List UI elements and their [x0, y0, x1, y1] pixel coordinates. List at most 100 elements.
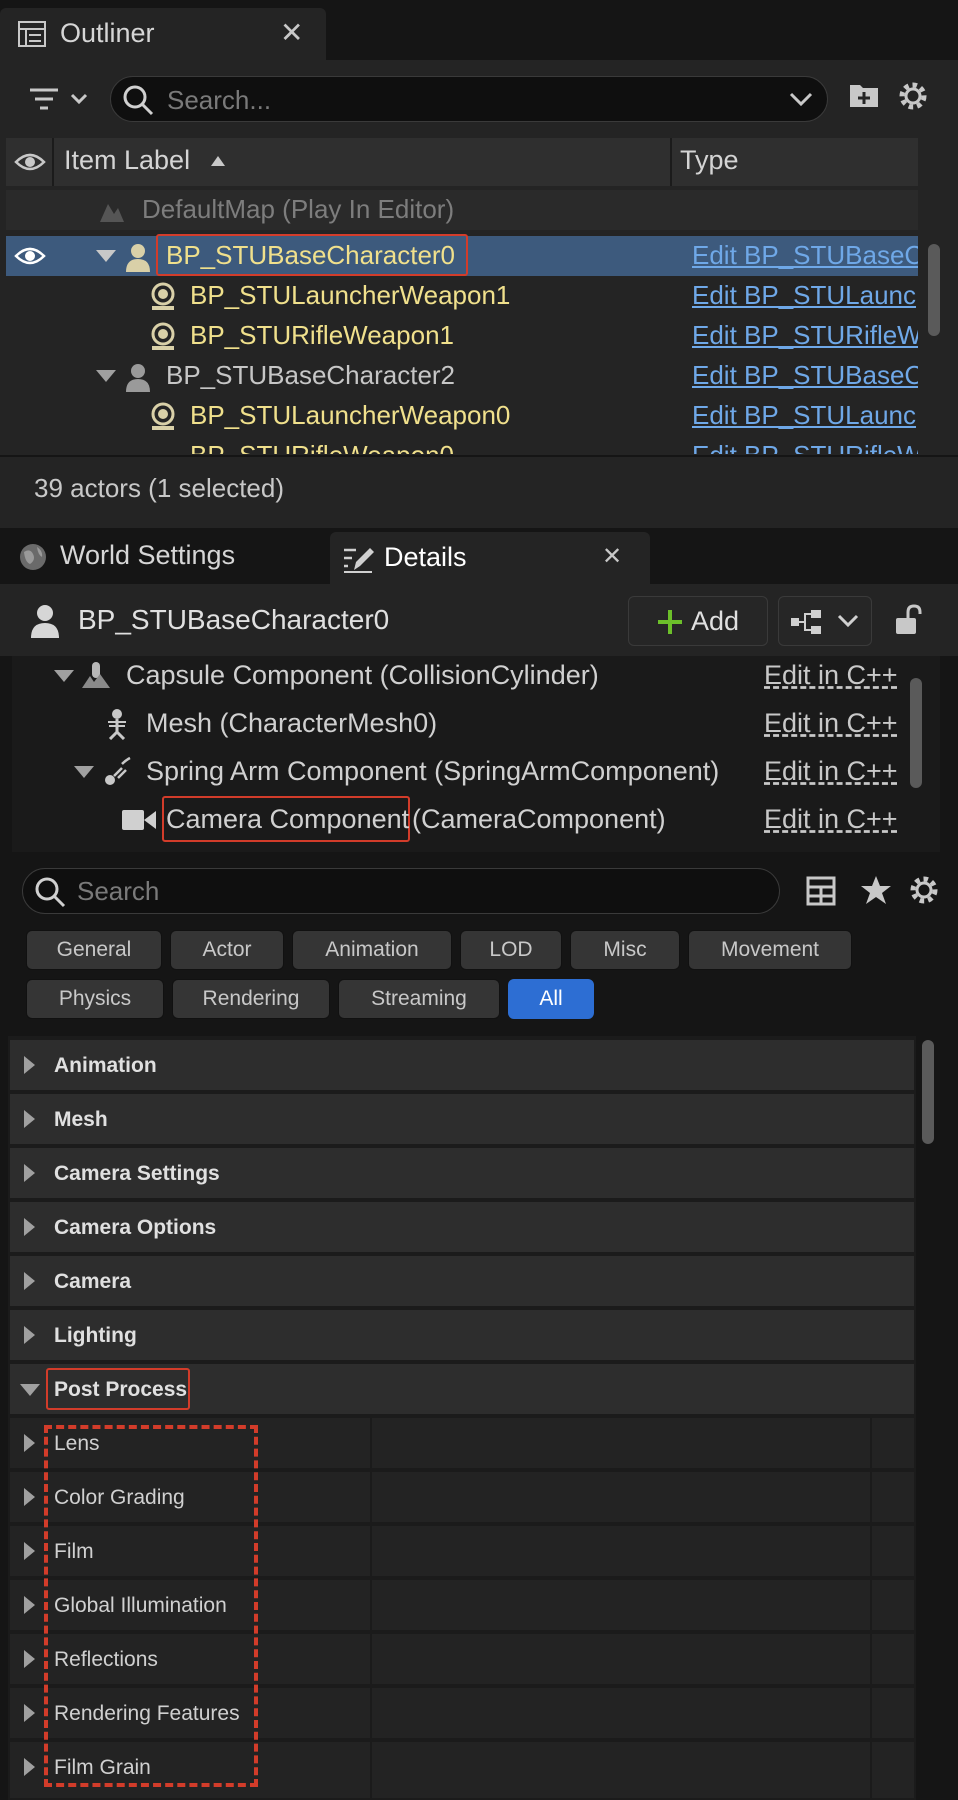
- character-icon: [124, 362, 152, 392]
- category-animation[interactable]: Animation: [10, 1040, 914, 1092]
- details-scrollbar[interactable]: [922, 1040, 934, 1144]
- tab-world-settings[interactable]: World Settings: [0, 530, 330, 582]
- category-camera[interactable]: Camera: [10, 1256, 914, 1308]
- expand-arrow-icon: [24, 1164, 35, 1182]
- row-type-link[interactable]: Edit BP_STUBaseC: [692, 240, 918, 271]
- chip-all[interactable]: All: [508, 979, 594, 1019]
- map-icon: [98, 196, 126, 224]
- tree-row[interactable]: BP_STUBaseCharacter2 Edit BP_STUBaseC: [6, 356, 918, 396]
- edit-in-cpp-link[interactable]: Edit in C++: [764, 804, 898, 835]
- chevron-down-icon[interactable]: [789, 89, 813, 109]
- chip-animation[interactable]: Animation: [292, 930, 452, 970]
- expand-triangle-icon[interactable]: [96, 370, 116, 382]
- category-label: Mesh: [54, 1108, 108, 1131]
- column-divider[interactable]: [670, 138, 672, 186]
- outliner-column-header: Item Label Type: [6, 138, 918, 186]
- expand-triangle-icon[interactable]: [74, 766, 94, 778]
- add-folder-icon[interactable]: [848, 80, 880, 110]
- tab-details[interactable]: Details ✕: [330, 532, 650, 584]
- item-label-column[interactable]: Item Label: [64, 145, 190, 176]
- tab-outliner[interactable]: Outliner ✕: [0, 8, 326, 60]
- tree-row-defaultmap[interactable]: DefaultMap (Play In Editor): [6, 190, 918, 230]
- expand-arrow-icon: [24, 1596, 35, 1614]
- chip-lod[interactable]: LOD: [460, 930, 562, 970]
- category-post-process[interactable]: Post Process: [10, 1364, 914, 1416]
- gear-icon[interactable]: [897, 80, 929, 112]
- unlock-icon[interactable]: [894, 604, 924, 636]
- details-search-input[interactable]: Search: [22, 868, 780, 914]
- category-camera-options[interactable]: Camera Options: [10, 1202, 914, 1254]
- tree-row[interactable]: BP_STULauncherWeapon1 Edit BP_STULaunc: [6, 276, 918, 316]
- expand-arrow-icon: [24, 1650, 35, 1668]
- expand-arrow-icon: [24, 1056, 35, 1074]
- row-label: BP_STULauncherWeapon1: [190, 280, 511, 310]
- visibility-column[interactable]: [6, 138, 54, 186]
- row-type-link[interactable]: Edit BP_STULaunc: [692, 400, 918, 431]
- column-divider[interactable]: [870, 1418, 872, 1800]
- expand-triangle-icon[interactable]: [96, 250, 116, 262]
- world-settings-tab-title: World Settings: [60, 540, 236, 570]
- category-lighting[interactable]: Lighting: [10, 1310, 914, 1362]
- tree-row[interactable]: BP_STURifleWeapon1 Edit BP_STURifleW: [6, 316, 918, 356]
- tree-row-selected[interactable]: BP_STUBaseCharacter0 Edit BP_STUBaseC: [6, 234, 918, 276]
- outliner-search-input[interactable]: Search...: [110, 76, 828, 122]
- component-label: Capsule Component (CollisionCylinder): [126, 660, 599, 690]
- star-icon[interactable]: [860, 874, 892, 906]
- close-icon[interactable]: ✕: [602, 542, 622, 571]
- component-row-camera[interactable]: Camera Component (CameraComponent) Edit …: [12, 796, 922, 842]
- hierarchy-icon: [791, 610, 825, 634]
- expand-arrow-icon: [24, 1326, 35, 1344]
- expand-arrow-icon: [24, 1218, 35, 1236]
- chip-misc[interactable]: Misc: [570, 930, 680, 970]
- row-label: BP_STURifleWeapon0: [190, 440, 454, 454]
- chip-rendering[interactable]: Rendering: [172, 979, 330, 1019]
- category-camera-settings[interactable]: Camera Settings: [10, 1148, 914, 1200]
- row-type-link[interactable]: Edit BP_STULaunc: [692, 280, 918, 311]
- row-type-link[interactable]: Edit BP_STURifleW: [692, 440, 918, 454]
- expand-arrow-icon: [24, 1488, 35, 1506]
- plus-icon: [657, 609, 683, 635]
- outliner-status-bar: 39 actors (1 selected): [0, 455, 958, 519]
- row-label: BP_STUBaseCharacter0: [166, 240, 456, 270]
- component-row[interactable]: Capsule Component (CollisionCylinder) Ed…: [12, 652, 922, 698]
- edit-in-cpp-link[interactable]: Edit in C++: [764, 660, 898, 691]
- spring-arm-icon: [104, 756, 132, 786]
- tree-row-partial[interactable]: BP_STURifleWeapon0 Edit BP_STURifleW: [6, 436, 918, 454]
- blueprint-options-button[interactable]: [778, 596, 872, 646]
- row-label: BP_STUBaseCharacter2: [166, 360, 456, 390]
- expand-arrow-icon: [24, 1542, 35, 1560]
- chip-movement[interactable]: Movement: [688, 930, 852, 970]
- add-component-button[interactable]: Add: [628, 596, 768, 646]
- gear-icon[interactable]: [908, 874, 940, 906]
- expand-triangle-icon[interactable]: [54, 670, 74, 682]
- row-type-link[interactable]: Edit BP_STUBaseC: [692, 360, 918, 391]
- collapse-arrow-icon: [20, 1384, 40, 1396]
- row-label: BP_STURifleWeapon1: [190, 320, 454, 350]
- search-placeholder: Search: [77, 876, 160, 906]
- eye-icon[interactable]: [14, 244, 46, 268]
- camera-icon: [122, 808, 158, 832]
- actor-icon: [148, 401, 178, 431]
- outliner-scrollbar[interactable]: [928, 244, 940, 336]
- chip-actor[interactable]: Actor: [170, 930, 284, 970]
- chevron-down-icon: [837, 613, 859, 629]
- chip-streaming[interactable]: Streaming: [338, 979, 500, 1019]
- filter-button[interactable]: [26, 82, 92, 116]
- category-mesh[interactable]: Mesh: [10, 1094, 914, 1146]
- pencil-icon: [342, 542, 374, 574]
- component-row[interactable]: Spring Arm Component (SpringArmComponent…: [12, 748, 922, 794]
- component-tree-scrollbar[interactable]: [910, 678, 922, 788]
- table-view-icon[interactable]: [806, 876, 836, 906]
- edit-in-cpp-link[interactable]: Edit in C++: [764, 756, 898, 787]
- row-type-link[interactable]: Edit BP_STURifleW: [692, 320, 918, 351]
- tree-row[interactable]: BP_STULauncherWeapon0 Edit BP_STULaunc: [6, 396, 918, 436]
- edit-in-cpp-link[interactable]: Edit in C++: [764, 708, 898, 739]
- chip-general[interactable]: General: [26, 930, 162, 970]
- eye-icon: [14, 150, 46, 174]
- type-column[interactable]: Type: [680, 145, 739, 176]
- component-row[interactable]: Mesh (CharacterMesh0) Edit in C++: [12, 700, 922, 746]
- dashed-highlight-box: [44, 1425, 258, 1787]
- close-icon[interactable]: ✕: [280, 16, 303, 49]
- column-divider[interactable]: [370, 1418, 372, 1800]
- chip-physics[interactable]: Physics: [26, 979, 164, 1019]
